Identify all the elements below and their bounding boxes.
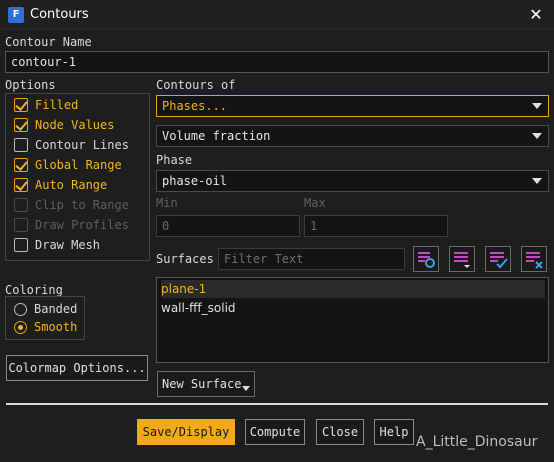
- new-surface-label: New Surface: [162, 377, 242, 391]
- contour-lines-checkbox[interactable]: Contour Lines: [14, 136, 129, 154]
- surface-filter-input[interactable]: Filter Text: [218, 248, 405, 270]
- banded-radio[interactable]: Banded: [14, 300, 77, 318]
- select-all-icon[interactable]: [485, 246, 511, 272]
- select-by-type-icon[interactable]: [413, 246, 439, 272]
- radio-icon: [14, 302, 27, 316]
- compute-button[interactable]: Compute: [245, 419, 305, 445]
- select-value: Volume fraction: [162, 129, 271, 143]
- help-button[interactable]: Help: [374, 419, 414, 445]
- checkbox-label: Global Range: [35, 158, 122, 172]
- checkbox-label: Contour Lines: [35, 138, 129, 152]
- chevron-down-icon: [532, 178, 542, 184]
- checkbox-label: Clip to Range: [35, 198, 129, 212]
- contours-of-category-select[interactable]: Phases...: [156, 95, 549, 117]
- colormap-options-button[interactable]: Colormap Options...: [6, 355, 148, 381]
- phase-select[interactable]: phase-oil: [156, 170, 549, 192]
- checkbox-label: Auto Range: [35, 178, 108, 192]
- coloring-label: Coloring: [5, 283, 63, 297]
- app-icon: F: [8, 7, 24, 23]
- select-value: Phases...: [162, 99, 228, 113]
- contours-of-label: Contours of: [156, 78, 236, 92]
- contour-name-input[interactable]: contour-1: [5, 51, 549, 73]
- draw-mesh-checkbox[interactable]: Draw Mesh: [14, 236, 100, 254]
- checkbox-label: Node Values: [35, 118, 115, 132]
- deselect-all-icon[interactable]: [521, 246, 547, 272]
- radio-label: Banded: [34, 302, 78, 316]
- surfaces-list: plane-1 wall-fff_solid: [156, 277, 549, 363]
- global-range-checkbox[interactable]: Global Range: [14, 156, 122, 174]
- close-button[interactable]: Close: [316, 419, 364, 445]
- draw-profiles-checkbox: Draw Profiles: [14, 216, 129, 234]
- list-item[interactable]: wall-fff_solid: [161, 299, 236, 317]
- close-icon[interactable]: ✕: [524, 4, 548, 26]
- smooth-radio[interactable]: Smooth: [14, 318, 77, 336]
- checkbox-label: Draw Mesh: [35, 238, 101, 252]
- max-label: Max: [304, 196, 326, 210]
- chevron-down-icon: [532, 103, 542, 109]
- auto-range-checkbox[interactable]: Auto Range: [14, 176, 107, 194]
- checkbox-icon: [14, 238, 28, 252]
- checkbox-icon: [14, 158, 28, 172]
- checkbox-icon: [14, 178, 28, 192]
- filled-checkbox[interactable]: Filled: [14, 96, 78, 114]
- radio-label: Smooth: [34, 320, 78, 334]
- options-label: Options: [5, 78, 56, 92]
- chevron-down-icon: [242, 386, 250, 391]
- radio-icon: [14, 320, 27, 334]
- chevron-down-icon: [532, 133, 542, 139]
- checkbox-icon: [14, 218, 28, 232]
- checkbox-label: Filled: [35, 98, 79, 112]
- node-values-checkbox[interactable]: Node Values: [14, 116, 114, 134]
- save-display-button[interactable]: Save/Display: [137, 419, 235, 445]
- list-item[interactable]: plane-1: [161, 280, 545, 298]
- list-menu-icon[interactable]: [449, 246, 475, 272]
- phase-label: Phase: [156, 153, 193, 167]
- min-input: 0: [156, 215, 300, 237]
- divider: [6, 403, 548, 405]
- checkbox-icon: [14, 118, 28, 132]
- contour-name-label: Contour Name: [5, 35, 92, 49]
- contours-of-quantity-select[interactable]: Volume fraction: [156, 125, 549, 147]
- clip-to-range-checkbox: Clip to Range: [14, 196, 129, 214]
- max-input: 1: [304, 215, 448, 237]
- window-title: Contours: [30, 7, 89, 22]
- checkbox-label: Draw Profiles: [35, 218, 129, 232]
- select-value: phase-oil: [162, 174, 228, 188]
- checkbox-icon: [14, 198, 28, 212]
- min-label: Min: [156, 196, 178, 210]
- checkbox-icon: [14, 138, 28, 152]
- checkbox-icon: [14, 98, 28, 112]
- watermark-text: A_Little_Dinosaur: [416, 434, 538, 450]
- new-surface-button[interactable]: New Surface: [157, 371, 255, 397]
- surfaces-label: Surfaces: [156, 252, 214, 266]
